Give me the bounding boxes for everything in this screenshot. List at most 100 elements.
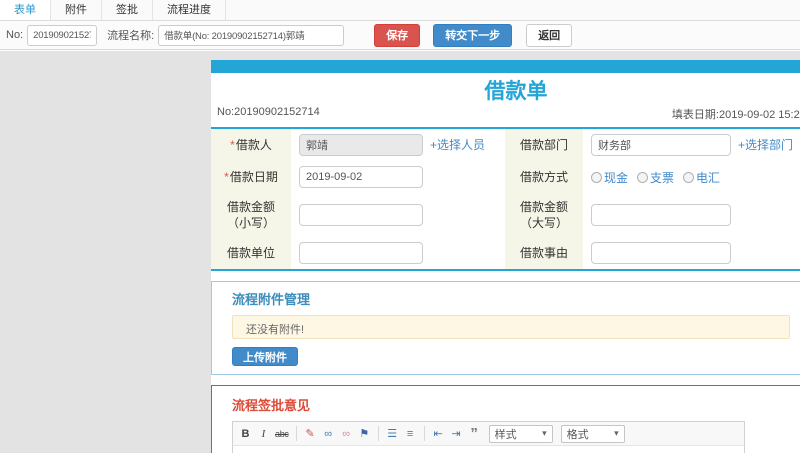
format-dropdown-label: 格式 (566, 428, 589, 441)
payment-method-cell: 现金 支票 电汇 (583, 161, 800, 193)
form-title: 借款单 (484, 80, 548, 103)
blockquote-icon[interactable]: ” (468, 426, 481, 441)
borrower-input[interactable] (299, 134, 423, 156)
table-row: 借款单位 借款事由 (211, 237, 800, 270)
radio-wire-label: 电汇 (696, 170, 721, 185)
approval-title: 流程签批意见 (232, 398, 311, 413)
borrow-unit-input[interactable] (299, 242, 423, 264)
no-input[interactable] (27, 24, 98, 46)
format-dropdown[interactable]: 格式 ▾ (560, 424, 625, 443)
italic-icon[interactable]: I (257, 425, 270, 443)
table-row: *借款人 +选择人员 借款部门 +选择部门 (211, 128, 800, 161)
borrow-reason-input[interactable] (591, 242, 731, 264)
payment-method-label: 借款方式 (519, 170, 568, 184)
tab-form[interactable]: 表单 (0, 0, 51, 20)
panel-top-bar (211, 60, 800, 73)
unlink-icon[interactable]: ∞ (340, 425, 353, 443)
borrow-unit-label-cell: 借款单位 (211, 237, 291, 270)
form-date: 填表日期:2019-09-02 15:27:1 (671, 109, 800, 121)
radio-circle-icon (637, 171, 649, 183)
tab-sign[interactable]: 签批 (102, 0, 153, 20)
amount-lower-input-cell (291, 193, 505, 237)
borrow-reason-input-cell (583, 237, 800, 270)
loan-form-panel: 借款单 No:20190902152714 填表日期:2019-09-02 15… (211, 60, 800, 453)
style-dropdown-label: 样式 (494, 428, 517, 441)
amount-lower-label: 借款金额（小写） (226, 200, 275, 230)
radio-check-label: 支票 (650, 170, 675, 185)
editor-toolbar: B I abc ✎ ∞ ∞ ⚑ ☰ ≡ ⇤ ⇥ ” 样式 ▾ 格式 ▾ (233, 422, 744, 446)
borrow-date-input[interactable] (299, 166, 423, 188)
required-mark: * (230, 138, 235, 152)
editor-content[interactable] (233, 446, 744, 453)
table-row: *借款日期 借款方式 现金 支票 电汇 (211, 161, 800, 193)
amount-upper-input[interactable] (591, 204, 731, 226)
flow-toolbar: No: 流程名称: 保存 转交下一步 返回 (0, 21, 800, 50)
amount-upper-input-cell (583, 193, 800, 237)
borrower-label: 借款人 (235, 138, 272, 152)
department-label: 借款部门 (519, 138, 568, 152)
department-input[interactable] (591, 134, 731, 156)
tab-bar: 表单 附件 签批 流程进度 (0, 0, 800, 21)
back-button[interactable]: 返回 (526, 23, 573, 47)
chevron-down-icon: ▾ (614, 428, 619, 438)
link-icon[interactable]: ∞ (322, 425, 335, 443)
ordered-list-icon[interactable]: ☰ (386, 425, 399, 443)
attachment-panel: 流程附件管理 还没有附件! 上传附件 (211, 281, 800, 375)
payment-method-radio-group: 现金 支票 电汇 (591, 169, 800, 186)
borrow-date-label: 借款日期 (229, 170, 278, 184)
toolbar-separator (377, 426, 379, 441)
unordered-list-icon[interactable]: ≡ (404, 425, 417, 443)
indent-icon[interactable]: ⇥ (450, 425, 463, 443)
loan-form-table: *借款人 +选择人员 借款部门 +选择部门 *借款日期 (211, 127, 800, 271)
required-mark: * (224, 170, 229, 184)
toolbar-separator (295, 426, 297, 441)
outdent-icon[interactable]: ⇤ (432, 425, 445, 443)
borrow-date-label-cell: *借款日期 (211, 161, 291, 193)
borrow-unit-label: 借款单位 (226, 246, 275, 260)
no-attachment-alert: 还没有附件! (232, 315, 790, 339)
tab-attachment[interactable]: 附件 (51, 0, 102, 20)
radio-circle-icon (591, 171, 602, 183)
bold-icon[interactable]: B (239, 425, 252, 443)
approval-panel: 流程签批意见 B I abc ✎ ∞ ∞ ⚑ ☰ ≡ ⇤ ⇥ ” 样式 ▾ 格式… (211, 385, 800, 453)
remove-format-icon[interactable]: ✎ (304, 425, 317, 443)
radio-circle-icon (683, 171, 695, 183)
strikethrough-icon[interactable]: abc (275, 425, 289, 443)
borrow-reason-label-cell: 借款事由 (505, 237, 583, 270)
anchor-flag-icon[interactable]: ⚑ (358, 425, 371, 443)
next-step-button[interactable]: 转交下一步 (433, 23, 513, 47)
department-label-cell: 借款部门 (505, 128, 583, 161)
amount-lower-label-cell: 借款金额（小写） (211, 193, 291, 237)
rich-text-editor: B I abc ✎ ∞ ∞ ⚑ ☰ ≡ ⇤ ⇥ ” 样式 ▾ 格式 ▾ (232, 421, 745, 453)
form-no: No:20190902152714 (217, 106, 320, 118)
borrower-label-cell: *借款人 (211, 128, 291, 161)
radio-cash-label: 现金 (604, 170, 629, 185)
upload-attachment-button[interactable]: 上传附件 (232, 347, 298, 366)
radio-wire[interactable]: 电汇 (683, 169, 720, 186)
form-meta-row: No:20190902152714 填表日期:2019-09-02 15:27:… (211, 106, 800, 127)
amount-upper-label: 借款金额（大写） (519, 200, 568, 230)
no-label: No: (6, 29, 24, 41)
department-input-cell: +选择部门 (583, 128, 800, 161)
select-department-link[interactable]: +选择部门 (738, 138, 793, 152)
borrow-reason-label: 借款事由 (519, 246, 568, 260)
workspace: 借款单 No:20190902152714 填表日期:2019-09-02 15… (0, 51, 800, 453)
tab-progress[interactable]: 流程进度 (153, 0, 226, 20)
attachment-title: 流程附件管理 (232, 292, 311, 307)
save-button[interactable]: 保存 (374, 23, 421, 47)
chevron-down-icon: ▾ (542, 428, 547, 438)
amount-upper-label-cell: 借款金额（大写） (505, 193, 583, 237)
payment-method-label-cell: 借款方式 (505, 161, 583, 193)
radio-check[interactable]: 支票 (637, 169, 674, 186)
radio-cash[interactable]: 现金 (591, 169, 628, 186)
toolbar-separator (423, 426, 425, 441)
amount-lower-input[interactable] (299, 204, 423, 226)
borrow-unit-input-cell (291, 237, 505, 270)
flow-name-label: 流程名称: (107, 30, 155, 42)
table-row: 借款金额（小写） 借款金额（大写） (211, 193, 800, 237)
style-dropdown[interactable]: 样式 ▾ (488, 424, 553, 443)
select-person-link[interactable]: +选择人员 (430, 138, 485, 152)
borrow-date-input-cell (291, 161, 505, 193)
borrower-input-cell: +选择人员 (291, 128, 505, 161)
flow-name-input[interactable] (158, 24, 345, 46)
